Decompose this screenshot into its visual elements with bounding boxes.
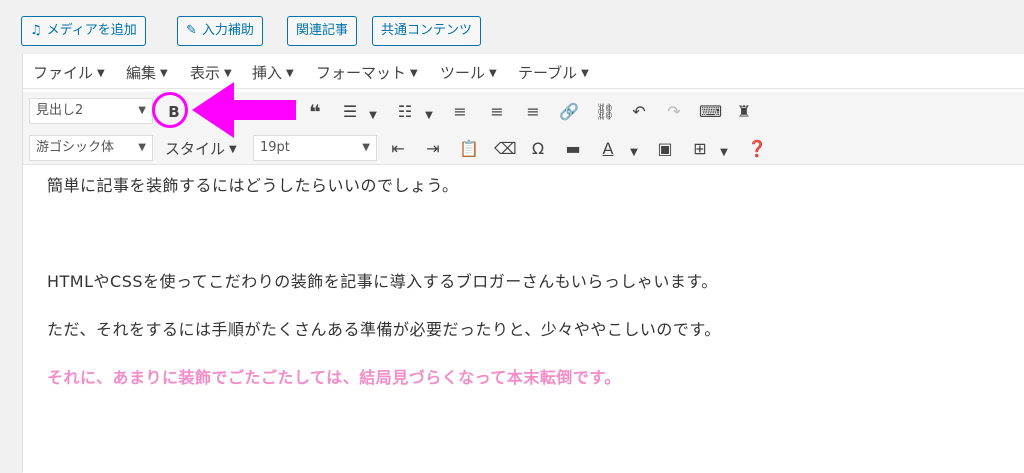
highlight-circle	[152, 92, 188, 128]
chevron-down-icon: ▼	[362, 142, 370, 153]
chevron-down-icon: ▼	[489, 68, 497, 79]
chevron-down-icon: ▼	[160, 68, 168, 79]
link-icon[interactable]: 🔗	[559, 102, 579, 122]
paragraph: ただ、それをするには手順がたくさんある準備が必要だったりと、少々ややこしいのです…	[47, 320, 721, 339]
format-select[interactable]: 見出し2 ▼	[29, 98, 153, 124]
keyboard-icon[interactable]: ⌨	[699, 102, 722, 122]
editor-menubar: ファイル ▼ 編集 ▼ 表示 ▼ 挿入 ▼ フォーマット ▼ ツール ▼ テーブル ▼	[23, 54, 1024, 89]
menu-view[interactable]: 表示 ▼	[190, 62, 232, 83]
pencil-icon: ✎	[186, 23, 197, 38]
undo-icon[interactable]: ↶	[630, 102, 648, 122]
unlink-icon[interactable]: ⛓	[595, 102, 615, 122]
chevron-down-icon[interactable]: ▼	[424, 106, 434, 126]
chevron-down-icon: ▼	[224, 68, 232, 79]
paragraph-pink: それに、あまりに装飾でごたごたしては、結局見づらくなって本末転倒です。	[47, 368, 621, 387]
bullet-list-icon[interactable]: ☰	[341, 102, 359, 122]
menu-file[interactable]: ファイル ▼	[33, 62, 105, 83]
horizontal-rule-icon[interactable]: ▬	[564, 139, 582, 159]
menu-edit[interactable]: 編集 ▼	[126, 62, 168, 83]
table-icon[interactable]: ⊞	[691, 139, 709, 159]
redo-icon[interactable]: ↷	[665, 102, 683, 122]
editor-content[interactable]: 簡単に記事を装飾するにはどうしたらいいのでしょう。 HTMLやCSSを使ってこだ…	[23, 164, 1024, 473]
pointer-arrow-icon	[192, 82, 296, 138]
image-icon[interactable]: ▣	[656, 139, 674, 159]
paragraph: HTMLやCSSを使ってこだわりの装飾を記事に導入するブロガーさんもいらっしゃい…	[47, 272, 718, 291]
spy-icon[interactable]: ♜	[734, 102, 754, 122]
omega-icon[interactable]: Ω	[529, 139, 547, 159]
font-size-select[interactable]: 19pt ▼	[253, 135, 377, 161]
toolbar-row-2: 游ゴシック体 ▼ スタイル ▼ 19pt ▼ ⇤ ⇥ 📋 ⌫ Ω ▬ A ▼ ▣ ⊞ …	[23, 129, 1024, 167]
numbered-list-icon[interactable]: ☷	[396, 102, 414, 122]
blockquote-icon[interactable]: ❝	[305, 102, 325, 122]
chevron-down-icon: ▼	[138, 105, 146, 116]
style-menu[interactable]: スタイル ▼	[165, 138, 237, 159]
menu-insert[interactable]: 挿入 ▼	[252, 62, 294, 83]
related-articles-button[interactable]: 関連記事	[287, 16, 358, 46]
chevron-down-icon: ▼	[581, 68, 589, 79]
align-left-icon[interactable]: ≡	[451, 102, 469, 122]
chevron-down-icon[interactable]: ▼	[629, 143, 639, 163]
chevron-down-icon: ▼	[229, 144, 237, 155]
paste-text-icon[interactable]: 📋	[459, 139, 479, 159]
menu-tools[interactable]: ツール ▼	[440, 62, 497, 83]
common-content-button[interactable]: 共通コンテンツ	[372, 16, 482, 46]
chevron-down-icon[interactable]: ▼	[719, 143, 729, 163]
paragraph: 簡単に記事を装飾するにはどうしたらいいのでしょう。	[47, 176, 459, 195]
chevron-down-icon: ▼	[410, 68, 418, 79]
media-icon: ♫	[30, 23, 42, 38]
chevron-down-icon[interactable]: ▼	[368, 106, 378, 126]
text-color-icon[interactable]: A	[599, 139, 617, 159]
menu-format[interactable]: フォーマット ▼	[316, 62, 418, 83]
chevron-down-icon: ▼	[97, 68, 105, 79]
chevron-down-icon: ▼	[286, 68, 294, 79]
media-buttons-bar: ♫ メディアを追加 ✎ 入力補助 関連記事 共通コンテンツ	[0, 0, 1024, 54]
indent-icon[interactable]: ⇥	[424, 139, 442, 159]
help-icon[interactable]: ❓	[747, 139, 767, 159]
eraser-icon[interactable]: ⌫	[494, 139, 517, 159]
input-assist-button[interactable]: ✎ 入力補助	[177, 16, 263, 46]
font-family-select[interactable]: 游ゴシック体 ▼	[29, 135, 153, 161]
add-media-button[interactable]: ♫ メディアを追加	[21, 16, 146, 46]
outdent-icon[interactable]: ⇤	[389, 139, 407, 159]
align-center-icon[interactable]: ≡	[488, 102, 506, 122]
chevron-down-icon: ▼	[138, 142, 146, 153]
menu-table[interactable]: テーブル ▼	[518, 62, 589, 83]
align-right-icon[interactable]: ≡	[524, 102, 542, 122]
